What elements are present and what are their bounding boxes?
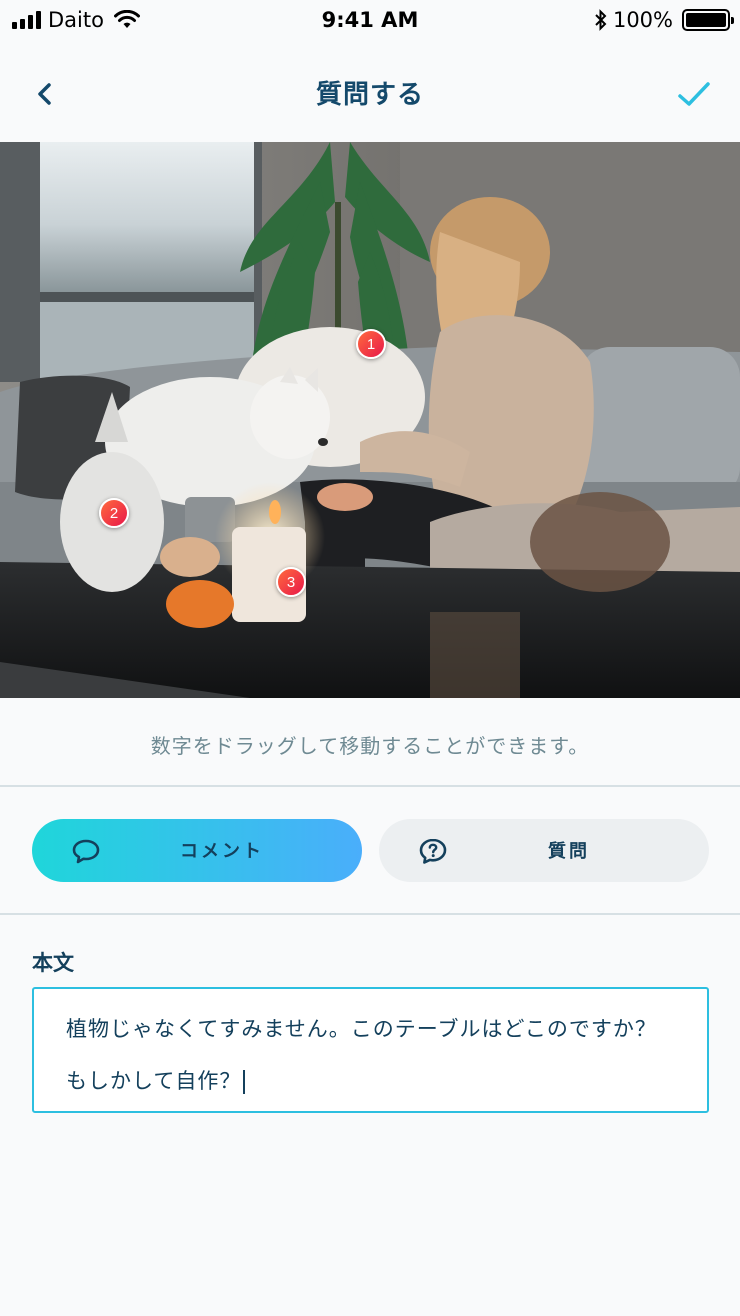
checkmark-icon — [678, 82, 710, 106]
status-right: 100% — [594, 8, 734, 32]
annotation-pin-3[interactable]: 3 — [276, 567, 306, 597]
battery-icon — [682, 9, 734, 31]
bluetooth-icon — [595, 9, 607, 31]
photo: 1 2 3 — [0, 142, 740, 698]
text-caret — [243, 1070, 246, 1094]
body-field-label: 本文 — [32, 951, 74, 975]
question-mode-label: 質問 — [548, 841, 590, 862]
comment-mode-label: コメント — [180, 841, 264, 862]
body-text-value: 植物じゃなくてすみません。このテーブルはどこのですか？もしかして自作？ — [66, 1017, 657, 1093]
comment-mode-button[interactable]: コメント — [32, 819, 362, 882]
drag-hint: 数字をドラッグして移動することができます。 — [150, 734, 590, 758]
done-button[interactable] — [674, 74, 714, 114]
question-mode-button[interactable]: 質問 — [379, 819, 709, 882]
battery-percent: 100% — [612, 8, 673, 32]
annotation-pin-1[interactable]: 1 — [356, 329, 386, 359]
photo-illustration — [0, 142, 740, 698]
divider — [0, 913, 740, 915]
annotation-pin-2[interactable]: 2 — [99, 498, 129, 528]
divider — [0, 785, 740, 787]
body-textarea[interactable]: 植物じゃなくてすみません。このテーブルはどこのですか？もしかして自作？ — [32, 987, 709, 1113]
status-bar: Daito 9:41 AM 100% — [0, 0, 740, 40]
nav-bar: 質問する — [0, 40, 740, 142]
page-title: 質問する — [315, 80, 424, 110]
